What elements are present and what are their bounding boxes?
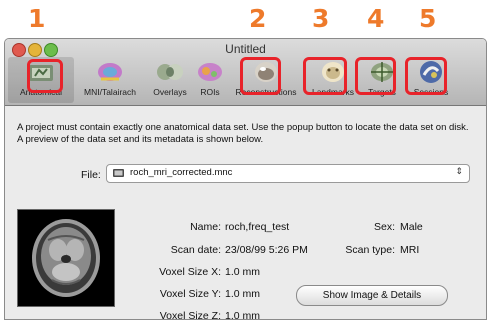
show-image-details-button[interactable]: Show Image & Details — [296, 285, 448, 306]
toolbar-label: MNI/Talairach — [84, 87, 136, 97]
voxel-size-x-value: 1.0 mm — [225, 266, 261, 278]
voxel-size-z-value: 1.0 mm — [225, 310, 261, 320]
scan-preview-image — [17, 209, 115, 307]
voxel-size-x-label: Voxel Size X: — [159, 266, 221, 278]
popup-arrows-icon: ⇕ — [455, 166, 463, 176]
callout-4: 4 — [367, 4, 385, 33]
rois-icon — [198, 63, 222, 81]
callout-3: 3 — [312, 4, 330, 33]
highlight-box-5 — [405, 57, 447, 95]
window-title: Untitled — [225, 42, 266, 56]
instructions-text: A project must contain exactly one anato… — [17, 122, 469, 145]
toolbar-label: ROIs — [200, 87, 220, 97]
mni-talairach-icon — [98, 63, 122, 81]
toolbar-mni-talairach[interactable]: MNI/Talairach — [77, 57, 143, 103]
highlight-box-4 — [355, 57, 396, 95]
callout-5: 5 — [419, 4, 437, 33]
callout-2: 2 — [249, 4, 267, 33]
highlight-box-1 — [27, 59, 63, 93]
project-window: Untitled Anatomical MNI/Talairach Overla… — [4, 38, 487, 320]
file-popup-button[interactable]: roch_mri_corrected.mnc ⇕ — [106, 164, 470, 183]
file-icon — [113, 169, 124, 177]
title-bar: Untitled Anatomical MNI/Talairach Overla… — [5, 39, 486, 106]
sex-value: Male — [400, 221, 423, 233]
highlight-box-3 — [303, 57, 347, 95]
voxel-size-y-label: Voxel Size Y: — [159, 288, 221, 300]
scan-type-label: Scan type: — [345, 244, 395, 256]
sex-label: Sex: — [373, 221, 395, 233]
brain-scan-graphic — [18, 210, 114, 306]
file-label: File: — [81, 169, 101, 181]
voxel-size-y-value: 1.0 mm — [225, 288, 261, 300]
scan-date-value: 23/08/99 5:26 PM — [225, 244, 308, 256]
name-value: roch,freq_test — [225, 221, 290, 233]
callout-1: 1 — [28, 4, 46, 33]
voxel-size-z-label: Voxel Size Z: — [159, 310, 221, 320]
name-label: Name: — [190, 221, 221, 233]
file-name: roch_mri_corrected.mnc — [130, 167, 233, 178]
highlight-box-2 — [240, 57, 281, 95]
overlays-icon — [157, 64, 183, 80]
scan-type-value: MRI — [400, 244, 420, 256]
toolbar-rois[interactable]: ROIs — [190, 57, 230, 103]
scan-date-label: Scan date: — [170, 244, 221, 256]
